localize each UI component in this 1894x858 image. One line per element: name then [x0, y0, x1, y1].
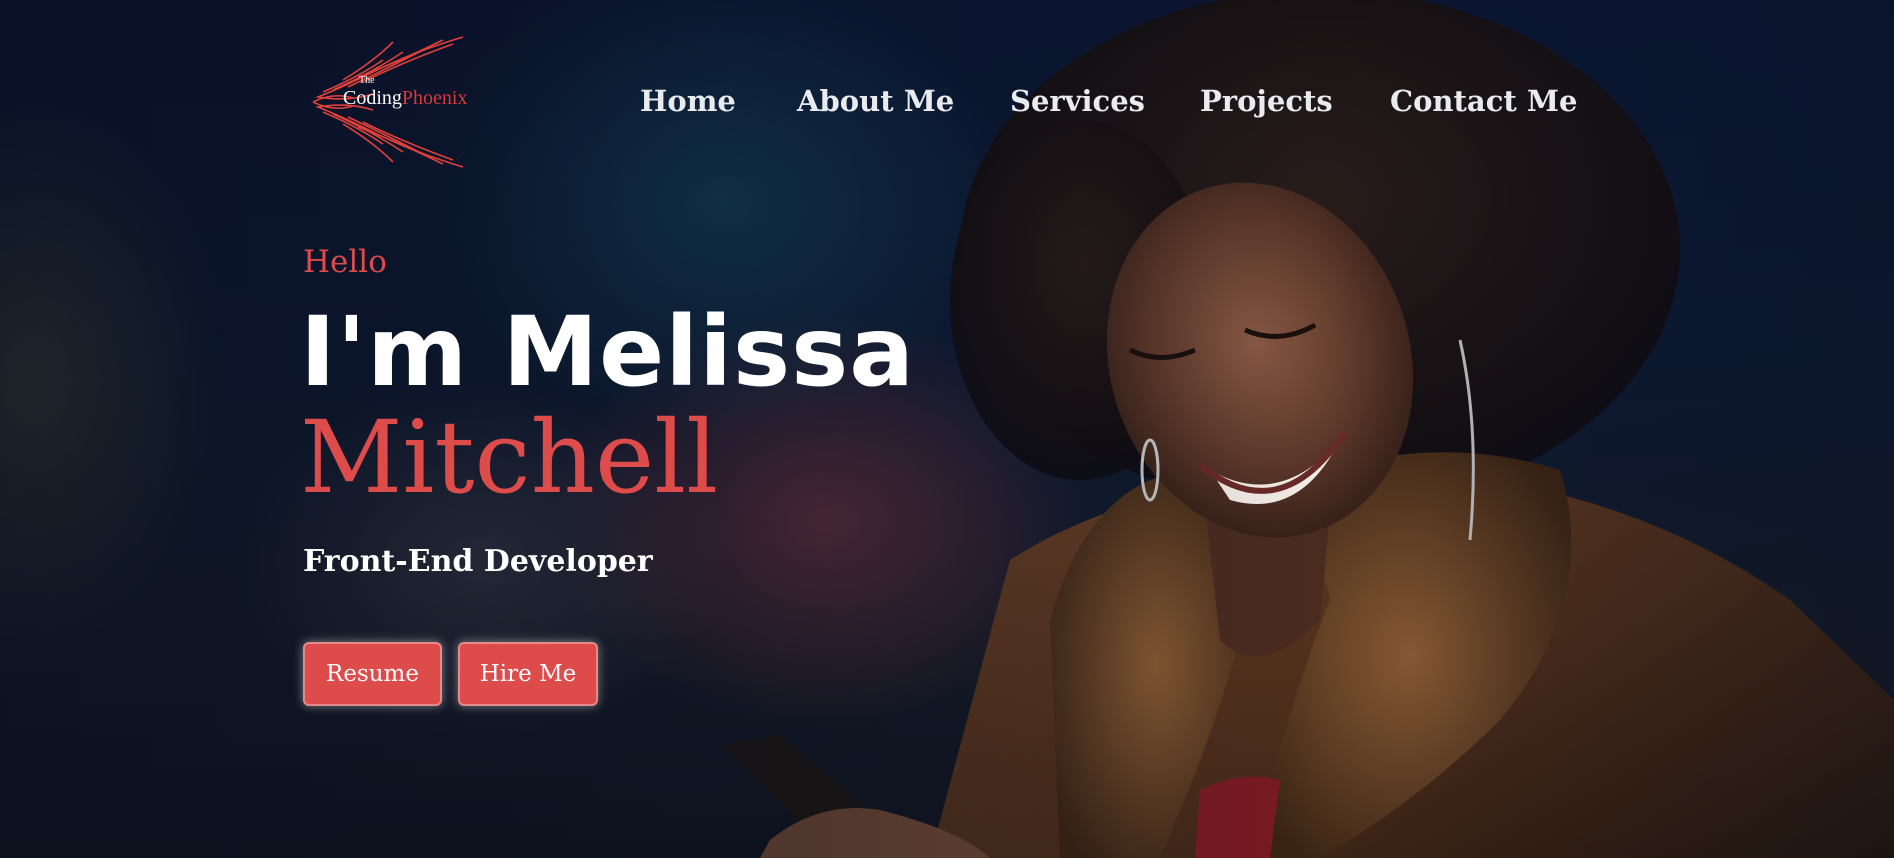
- logo-the-text: The: [359, 75, 375, 86]
- hire-me-button[interactable]: Hire Me: [458, 642, 598, 706]
- nav-projects[interactable]: Projects: [1200, 84, 1333, 118]
- logo-wordmark: The CodingPhoenix: [343, 76, 468, 109]
- logo-coding-text: Coding: [343, 87, 402, 109]
- resume-button[interactable]: Resume: [303, 642, 442, 706]
- hero-greeting: Hello: [303, 244, 387, 280]
- nav-about-me[interactable]: About Me: [797, 84, 954, 118]
- hero-name-first: I'm Melissa: [300, 296, 916, 408]
- hero-name-last: Mitchell: [300, 399, 719, 516]
- hero-role: Front-End Developer: [303, 544, 653, 579]
- logo-phoenix-text: Phoenix: [401, 87, 468, 109]
- nav-home[interactable]: Home: [640, 84, 736, 118]
- nav-services[interactable]: Services: [1010, 84, 1145, 118]
- site-logo[interactable]: The CodingPhoenix: [303, 32, 473, 172]
- nav-contact-me[interactable]: Contact Me: [1390, 84, 1577, 118]
- background-overlay: [0, 0, 1894, 858]
- hero-section: The CodingPhoenix Home About Me Services…: [0, 0, 1894, 858]
